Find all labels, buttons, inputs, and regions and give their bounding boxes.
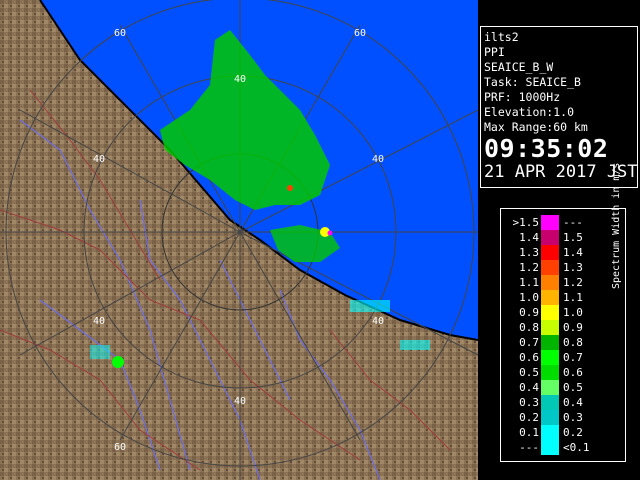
legend-color-swatch: [541, 245, 559, 260]
legend-low-value: 1.0: [519, 291, 539, 304]
legend-color-swatch: [541, 410, 559, 425]
legend-high-value: 0.5: [563, 381, 583, 394]
legend-low-value: 1.2: [519, 261, 539, 274]
legend-color-swatch: [541, 305, 559, 320]
range-label: 40: [93, 316, 105, 327]
legend-high-value: 1.0: [563, 306, 583, 319]
legend-low-value: 0.5: [519, 366, 539, 379]
legend-low-value: 0.9: [519, 306, 539, 319]
legend-row: 1.1 1.2: [501, 275, 625, 290]
legend-color-swatch: [541, 320, 559, 335]
legend-low-value: 0.8: [519, 321, 539, 334]
legend-high-value: 0.6: [563, 366, 583, 379]
elevation-value: Elevation:1.0: [484, 105, 575, 119]
color-legend: >1.5 --- 1.4 1.5 1.3 1.4 1.2 1.3 1.1 1.2 1.0 1.1 0.9…: [500, 163, 626, 462]
legend-color-swatch: [541, 335, 559, 350]
legend-high-value: 0.3: [563, 411, 583, 424]
range-label: 40: [372, 316, 384, 327]
legend-low-value: 1.1: [519, 276, 539, 289]
range-label: 60: [114, 442, 126, 453]
legend-low-value: 0.6: [519, 351, 539, 364]
legend-color-swatch: [541, 365, 559, 380]
legend-high-value: 1.3: [563, 261, 583, 274]
legend-high-value: 0.4: [563, 396, 583, 409]
legend-row: 0.6 0.7: [501, 350, 625, 365]
legend-high-value: 0.9: [563, 321, 583, 334]
range-label: 60: [354, 28, 366, 39]
legend-row: 0.9 1.0: [501, 305, 625, 320]
observation-time: 09:35:02: [484, 134, 609, 163]
legend-high-value: <0.1: [563, 441, 590, 454]
legend-color-swatch: [541, 275, 559, 290]
legend-low-value: 0.3: [519, 396, 539, 409]
legend-color-swatch: [541, 230, 559, 245]
range-label: 40: [93, 154, 105, 165]
legend-high-value: 1.1: [563, 291, 583, 304]
legend-low-value: >1.5: [512, 216, 540, 229]
legend-low-value: 0.4: [519, 381, 539, 394]
max-range-value: Max Range:60 km: [484, 120, 588, 134]
legend-color-swatch: [541, 290, 559, 305]
legend-low-value: 0.1: [519, 426, 539, 439]
radar-ppi-display[interactable]: 60 60 40 40 40 40 40 40 60: [0, 0, 478, 480]
legend-low-value: 1.3: [519, 246, 539, 259]
legend-row: 1.2 1.3: [501, 260, 625, 275]
legend-color-swatch: [541, 260, 559, 275]
legend-row: 0.1 0.2: [501, 425, 625, 440]
site-name: ilts2: [484, 30, 519, 44]
legend-high-value: 0.8: [563, 336, 583, 349]
legend-row: >1.5 ---: [501, 215, 625, 230]
legend-row: 0.4 0.5: [501, 380, 625, 395]
legend-color-swatch: [541, 350, 559, 365]
legend-high-value: 0.7: [563, 351, 583, 364]
legend-row: 1.4 1.5: [501, 230, 625, 245]
legend-row: --- <0.1: [501, 440, 625, 455]
legend-high-value: 1.4: [563, 246, 583, 259]
legend-high-value: ---: [563, 216, 583, 229]
scan-mode: PPI: [484, 45, 505, 59]
legend-color-swatch: [541, 425, 559, 440]
prf-value: PRF: 1000Hz: [484, 90, 561, 104]
legend-row: 0.2 0.3: [501, 410, 625, 425]
legend-color-swatch: [541, 380, 559, 395]
legend-high-value: 0.2: [563, 426, 583, 439]
task-name: Task: SEAICE_B: [484, 75, 581, 89]
legend-low-value: 1.4: [519, 231, 539, 244]
product-name: SEAICE_B_W: [484, 60, 554, 74]
legend-high-value: 1.2: [563, 276, 583, 289]
legend-color-swatch: [541, 440, 559, 455]
legend-low-value: ---: [519, 441, 539, 454]
legend-low-value: 0.2: [519, 411, 539, 424]
legend-unit-label: Spectrum Width in m/s: [611, 162, 622, 289]
legend-row: 0.8 0.9: [501, 320, 625, 335]
legend-row: 0.3 0.4: [501, 395, 625, 410]
range-label: 40: [372, 154, 384, 165]
legend-row: 0.5 0.6: [501, 365, 625, 380]
legend-low-value: 0.7: [519, 336, 539, 349]
legend-color-swatch: [541, 215, 559, 230]
legend-high-value: 1.5: [563, 231, 583, 244]
range-label: 40: [234, 74, 246, 85]
legend-row: 0.7 0.8: [501, 335, 625, 350]
legend-color-swatch: [541, 395, 559, 410]
range-label: 40: [234, 396, 246, 407]
legend-row: 1.3 1.4: [501, 245, 625, 260]
legend-row: 1.0 1.1: [501, 290, 625, 305]
range-label: 60: [114, 28, 126, 39]
